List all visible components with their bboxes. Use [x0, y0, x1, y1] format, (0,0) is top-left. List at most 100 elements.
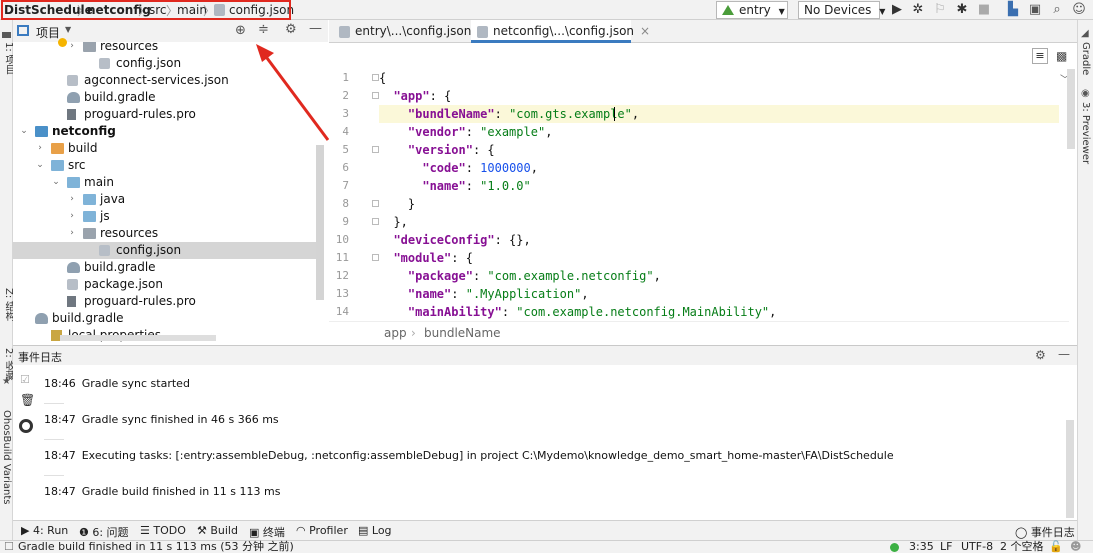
search-icon[interactable]: ⌕ — [1049, 2, 1065, 18]
lightbulb-icon[interactable] — [58, 38, 67, 47]
code-token: "vendor" — [407, 125, 466, 139]
line-separator[interactable]: LF — [940, 541, 952, 553]
tree-scrollbar[interactable] — [316, 145, 324, 300]
minimize-icon[interactable]: — — [1058, 347, 1070, 361]
chevron-right-icon[interactable]: › — [67, 191, 77, 208]
image-view-icon[interactable]: ▩ — [1056, 49, 1067, 63]
debug-icon[interactable]: ✲ — [910, 2, 926, 18]
project-structure-icon[interactable]: ▙ — [1005, 2, 1021, 18]
tree-item[interactable]: › resources — [13, 225, 317, 242]
project-tool-icon — [2, 32, 11, 38]
code-line: "vendor": "example", — [379, 123, 1059, 141]
tree-item[interactable]: ⌄ main — [13, 174, 317, 191]
fold-marker-icon[interactable] — [372, 146, 379, 153]
run-tab[interactable]: ▶ 4: Run — [21, 524, 68, 537]
gear-icon[interactable]: ⚙ — [1035, 348, 1046, 362]
todo-tab[interactable]: ☰ TODO — [140, 524, 186, 537]
account-icon[interactable]: ☺ — [1071, 2, 1087, 18]
text-view-icon[interactable]: ≡ — [1032, 48, 1048, 64]
locate-icon[interactable]: ⊕ — [235, 23, 246, 38]
mark-read-icon[interactable]: ☑ — [20, 373, 30, 386]
fold-marker-icon[interactable] — [372, 74, 379, 81]
event-time: 18:47 — [44, 449, 76, 462]
notifications-icon[interactable]: ☻ — [1070, 541, 1081, 553]
run-config-dropdown[interactable]: entry ▼ — [716, 1, 788, 19]
event-log-scrollbar[interactable] — [1066, 420, 1074, 518]
code-line: "version": { — [379, 141, 1059, 159]
tree-item[interactable]: build.gradle — [13, 259, 317, 276]
minimize-icon[interactable]: — — [309, 21, 322, 36]
code-line: "deviceConfig": {}, — [379, 231, 1059, 249]
chevron-right-icon[interactable]: › — [67, 42, 77, 55]
tree-item[interactable]: ⌄ src — [13, 157, 317, 174]
status-message[interactable]: Gradle build finished in 11 s 113 ms (53… — [18, 541, 294, 553]
device-manager-icon[interactable]: ▣ — [1027, 2, 1043, 18]
status-toggle-icon[interactable]: ☐ — [4, 541, 14, 553]
cursor-position[interactable]: 3:35 — [909, 541, 934, 553]
stop-icon[interactable]: ■ — [976, 2, 992, 18]
gradle-tool-tab[interactable]: Gradle — [1080, 42, 1091, 75]
folder-icon — [67, 177, 80, 188]
device-dropdown[interactable]: No Devices ▼ — [798, 1, 885, 19]
previewer-tool-tab[interactable]: 3: Previewer — [1080, 102, 1091, 164]
fold-marker-icon[interactable] — [372, 218, 379, 225]
tree-item[interactable]: › js — [13, 208, 317, 225]
tree-item[interactable]: build.gradle — [13, 310, 317, 327]
chevron-right-icon[interactable]: › — [35, 140, 45, 157]
lock-icon[interactable]: 🔓 — [1049, 541, 1063, 553]
chevron-down-icon[interactable]: ⌄ — [51, 174, 61, 191]
left-tool-strip: 1: 项目 Z: 结构 2: 收藏 ★ OhosBuild Variants — [0, 20, 14, 540]
gear-icon[interactable]: ⚙ — [285, 22, 297, 37]
chevron-down-icon[interactable]: ⌄ — [19, 123, 29, 140]
chevron-right-icon[interactable]: › — [67, 208, 77, 225]
tree-item[interactable]: › java — [13, 191, 317, 208]
event-log-tab[interactable]: ◯ 事件日志 — [1015, 524, 1075, 540]
problems-tab[interactable]: ❶ 6: 问题 — [79, 524, 129, 540]
line-number: 14 — [335, 305, 349, 318]
event-log-title: 事件日志 — [18, 351, 62, 364]
trash-icon[interactable]: 🗑 — [20, 393, 35, 407]
attach-debugger-icon[interactable]: ✱ — [954, 2, 970, 18]
tree-item[interactable]: config.json — [13, 242, 317, 259]
chevron-down-icon[interactable]: ▼ — [65, 25, 71, 34]
crumb-bundlename[interactable]: bundleName — [424, 322, 501, 344]
annotation-arrow — [256, 44, 330, 141]
terminal-tab[interactable]: ▣ 终端 — [249, 524, 285, 540]
chevron-down-icon[interactable]: ⌄ — [35, 157, 45, 174]
editor-scrollbar[interactable] — [1067, 69, 1075, 149]
file-encoding[interactable]: UTF-8 — [961, 541, 993, 553]
collapse-all-icon[interactable]: ≑ — [258, 22, 269, 37]
tab-netconfig-config[interactable]: netconfig\...\config.json × — [471, 20, 650, 43]
fold-marker-icon[interactable] — [372, 200, 379, 207]
fold-marker-icon[interactable] — [372, 92, 379, 99]
project-view-title[interactable]: 项目 — [36, 24, 60, 41]
build-tab[interactable]: ⚒ Build — [197, 524, 238, 537]
log-tab[interactable]: ▤ Log — [358, 524, 392, 537]
tree-item-label: js — [100, 209, 110, 223]
variants-tool-tab[interactable]: OhosBuild Variants — [1, 410, 12, 505]
code-token: : — [465, 179, 481, 193]
event-log-entry: 18:47 Gradle sync finished in 46 s 366 ms — [44, 413, 279, 426]
close-icon[interactable]: × — [640, 24, 650, 38]
tree-item[interactable]: proguard-rules.pro — [13, 293, 317, 310]
fold-marker-icon[interactable] — [372, 254, 379, 261]
crumb-app[interactable]: app — [384, 322, 407, 344]
tree-item-label: netconfig — [52, 124, 116, 138]
indent-setting[interactable]: 2 个空格 — [1000, 541, 1044, 553]
code-token: : — [494, 107, 510, 121]
chevron-right-icon[interactable]: › — [67, 225, 77, 242]
profile-icon[interactable]: ⚐ — [932, 2, 948, 18]
tree-item[interactable]: package.json — [13, 276, 317, 293]
editor-gutter: 1 2 3 4 5 6 7 8 9 10 11 12 13 14 — [329, 69, 379, 321]
profiler-tab[interactable]: ◠ Profiler — [296, 524, 348, 537]
tree-horizontal-scrollbar[interactable] — [60, 335, 216, 341]
run-icon[interactable]: ▶ — [889, 2, 905, 18]
code-line: "name": ".MyApplication", — [379, 285, 1059, 303]
tab-entry-config[interactable]: entry\...\config.json× — [333, 20, 487, 43]
code-editor[interactable]: { "app": { "bundleName": "com.gts.exampl… — [379, 69, 1059, 321]
event-text: Gradle sync started — [81, 377, 190, 390]
settings-circle-icon[interactable] — [19, 419, 33, 433]
bottom-tool-bar: ▶ 4: Run ❶ 6: 问题 ☰ TODO ⚒ Build ▣ 终端 ◠ P… — [13, 520, 1077, 540]
